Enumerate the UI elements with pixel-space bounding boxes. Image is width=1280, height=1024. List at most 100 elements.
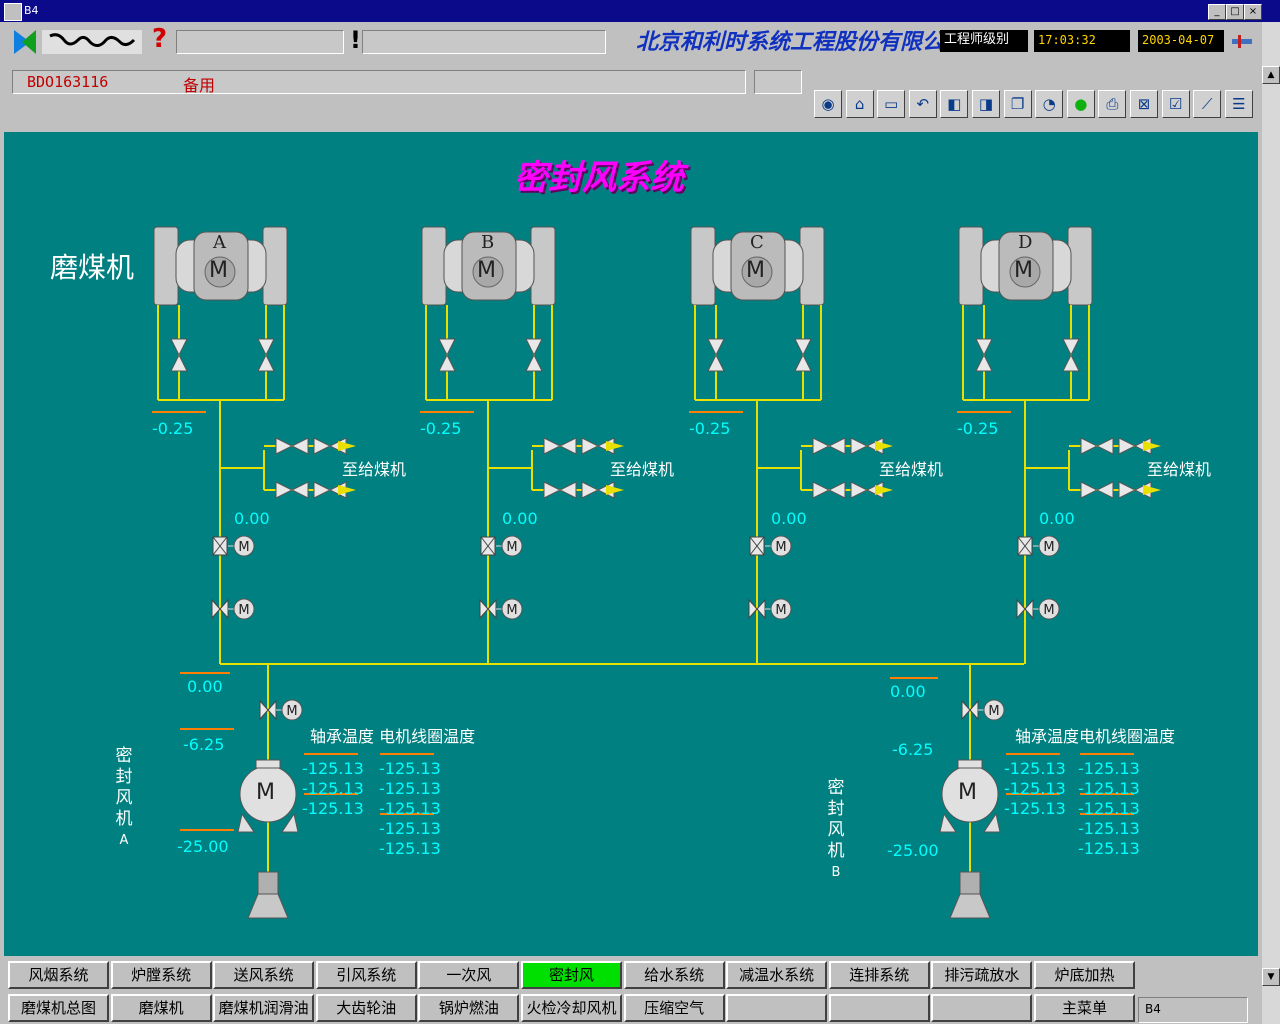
feeder-destination-label: 至给煤机 xyxy=(1147,460,1212,479)
vertical-scrollbar[interactable]: ▲ ▼ xyxy=(1262,22,1280,1024)
mill-motor-label: M xyxy=(209,258,228,283)
fan-a-coil-temp: -125.13 xyxy=(379,759,441,778)
nav-button[interactable]: 减温水系统 xyxy=(726,961,828,989)
clock-date: 2003-04-07 xyxy=(1138,30,1224,52)
motor-valve-icon: M xyxy=(211,598,255,620)
fan-inlet-filter xyxy=(949,893,991,919)
nav-button[interactable]: 排污疏放水 xyxy=(931,961,1033,989)
fan-a-outlet-value: 0.00 xyxy=(187,677,223,696)
fan-outlet xyxy=(957,759,983,769)
fan-b-coil-temp: -125.13 xyxy=(1078,759,1140,778)
fan-b-name-char: 密 xyxy=(827,778,845,798)
fan-b-coil-temp: -125.13 xyxy=(1078,819,1140,838)
fan-a-pressure-value: -6.25 xyxy=(183,735,225,754)
alarm-message-field xyxy=(362,30,606,54)
fan-b-name-char: B xyxy=(831,865,841,880)
fan-a-name-char: A xyxy=(119,833,129,848)
device-icon[interactable]: ▭ xyxy=(877,90,906,118)
home-icon[interactable]: ⌂ xyxy=(845,90,874,118)
scroll-down-icon[interactable]: ▼ xyxy=(1262,968,1280,986)
mill-motor-label: M xyxy=(477,258,496,283)
mill-flange xyxy=(799,226,825,306)
process-diagram: 密封风系统 磨煤机 MMMMMMMMMM A M -0.25 至给煤机 0.00 B M -0… xyxy=(4,132,1258,956)
mill-flange xyxy=(690,226,716,306)
report-icon[interactable]: ☰ xyxy=(1224,90,1253,118)
status-light-icon[interactable]: ● xyxy=(1066,90,1095,118)
fan-a-inlet-value: -25.00 xyxy=(177,837,229,856)
nav-button[interactable]: 连排系统 xyxy=(828,961,930,989)
mill-flange xyxy=(421,226,447,306)
fan-inlet-filter xyxy=(257,871,279,895)
event-icon[interactable]: ☑ xyxy=(1161,90,1190,118)
svg-text:M: M xyxy=(506,540,517,555)
mill-pressure-value: -0.25 xyxy=(957,419,999,438)
print-icon[interactable]: ⎙ xyxy=(1098,90,1127,118)
nav-button[interactable]: 引风系统 xyxy=(315,961,417,989)
fan-b-name-char: 封 xyxy=(827,799,845,819)
flow-arrow-icon xyxy=(606,485,624,495)
fan-a-bearing-temp: -125.13 xyxy=(302,779,364,798)
window-title: B4 xyxy=(24,4,39,17)
nav-button[interactable]: 磨煤机润滑油 xyxy=(213,994,315,1022)
alarm-ack-icon[interactable]: ⊠ xyxy=(1130,90,1158,118)
valve-icon xyxy=(543,481,577,499)
scroll-up-icon[interactable]: ▲ xyxy=(1262,66,1280,84)
fan-a-name-char: 密 xyxy=(115,746,133,766)
fan-outlet xyxy=(255,759,281,769)
nav-button[interactable]: 压缩空气 xyxy=(623,994,725,1022)
flow-arrow-icon xyxy=(606,441,624,451)
maximize-button[interactable]: □ xyxy=(1226,4,1244,20)
nav-button[interactable]: 大齿轮油 xyxy=(315,994,417,1022)
copy-icon[interactable]: ❐ xyxy=(1003,90,1032,118)
nav-button[interactable]: 炉底加热 xyxy=(1034,961,1135,989)
flow-value: 0.00 xyxy=(771,509,807,528)
alarm-clock-icon[interactable]: ◔ xyxy=(1035,90,1064,118)
mill-letter: A xyxy=(213,232,226,253)
back-icon[interactable]: ↶ xyxy=(908,90,937,118)
nav-button-empty[interactable] xyxy=(931,994,1033,1022)
mill-flange xyxy=(1067,226,1093,306)
valve-icon xyxy=(543,437,577,455)
valve-icon xyxy=(275,437,309,455)
fan-a-coil-temp: -125.13 xyxy=(379,819,441,838)
alarm-icon[interactable]: ! xyxy=(350,26,361,54)
app-icon xyxy=(4,3,22,21)
nav-button[interactable]: 一次风 xyxy=(418,961,520,989)
flow-arrow-icon xyxy=(338,441,356,451)
next-page-icon[interactable]: ◨ xyxy=(972,90,1000,118)
svg-text:M: M xyxy=(775,603,786,618)
flow-value: 0.00 xyxy=(1039,509,1075,528)
nav-button-empty[interactable] xyxy=(726,994,828,1022)
nav-button[interactable]: 磨煤机 xyxy=(110,994,212,1022)
fan-motor-label: M xyxy=(958,780,977,805)
valve-icon xyxy=(812,481,846,499)
nav-button-empty[interactable] xyxy=(828,994,930,1022)
mill-letter: D xyxy=(1018,232,1033,253)
header-panel: ? ! 北京和利时系统工程股份有限公司 工程师级别 17:03:32 2003-… xyxy=(4,22,1258,132)
nav-button[interactable]: 磨煤机总图 xyxy=(8,994,109,1022)
minimize-button[interactable]: _ xyxy=(1208,4,1226,20)
fan-b-name-char: 机 xyxy=(827,841,845,861)
help-icon[interactable]: ? xyxy=(152,24,167,54)
mill-flange xyxy=(530,226,556,306)
fan-a-bearing-temp: -125.13 xyxy=(302,799,364,818)
valve-icon xyxy=(707,338,725,372)
trend-icon[interactable]: ⟋ xyxy=(1193,90,1222,118)
close-button[interactable]: × xyxy=(1244,4,1262,20)
nav-button[interactable]: 炉膛系统 xyxy=(110,961,212,989)
nav-button[interactable]: 密封风 xyxy=(521,961,622,989)
svg-text:M: M xyxy=(286,704,297,719)
flow-value: 0.00 xyxy=(234,509,270,528)
flow-arrow-icon xyxy=(1143,441,1161,451)
nav-button[interactable]: 锅炉燃油 xyxy=(418,994,520,1022)
svg-text:M: M xyxy=(988,704,999,719)
nav-button[interactable]: 火检冷却风机 xyxy=(521,994,622,1022)
nav-button[interactable]: 主菜单 xyxy=(1034,994,1135,1022)
nav-button[interactable]: 送风系统 xyxy=(213,961,315,989)
prev-page-icon[interactable]: ◧ xyxy=(940,90,969,118)
nav-button[interactable]: 给水系统 xyxy=(623,961,725,989)
overview-icon[interactable]: ◉ xyxy=(814,90,842,118)
mill-letter: C xyxy=(750,232,764,253)
mill-pressure-value: -0.25 xyxy=(689,419,731,438)
nav-button[interactable]: 风烟系统 xyxy=(8,961,109,989)
